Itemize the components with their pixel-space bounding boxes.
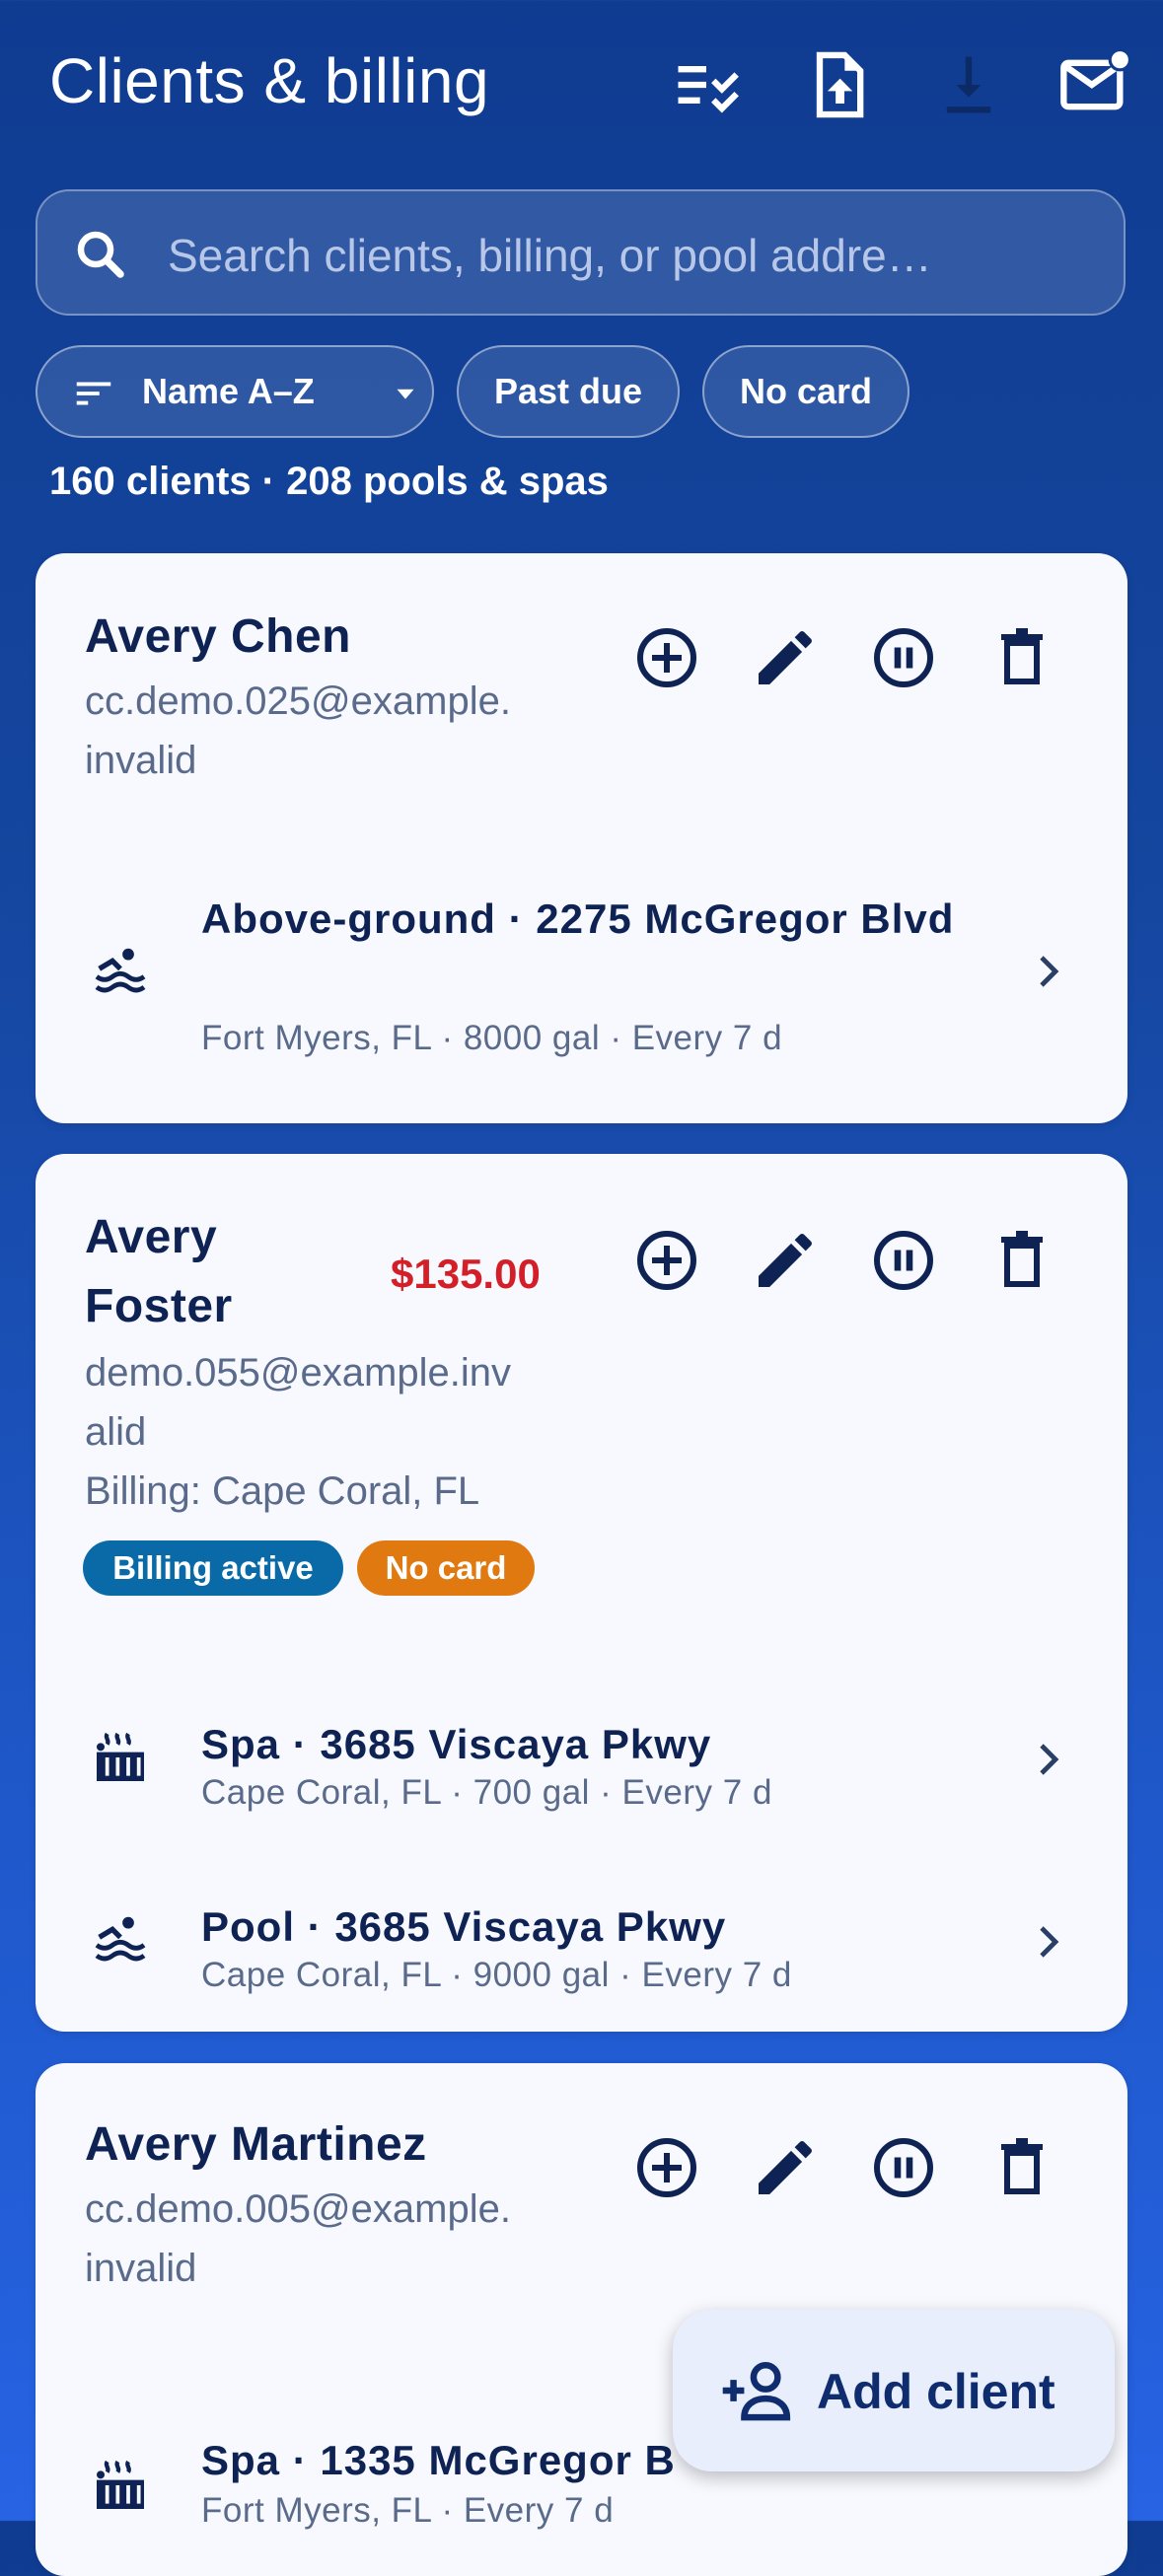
delete-icon[interactable] <box>986 2132 1057 2203</box>
pool-title: Spa · 3685 Viscaya Pkwy <box>201 1721 712 1767</box>
add-client-button[interactable]: Add client <box>673 2310 1115 2471</box>
page-title: Clients & billing <box>49 45 490 116</box>
pause-circle-icon[interactable] <box>868 622 939 693</box>
client-email-cont: invalid <box>85 739 197 782</box>
pause-circle-icon[interactable] <box>868 2132 939 2203</box>
pool-subtitle: Fort Myers, FL · 8000 gal · Every 7 d <box>201 1019 783 1057</box>
balance-due: $135.00 <box>391 1251 541 1297</box>
add-client-label: Add client <box>817 2364 1055 2419</box>
pool-row[interactable]: Spa · 3685 Viscaya Pkwy Cape Coral, FL ·… <box>36 1667 1127 1815</box>
client-email-cont: alid <box>85 1410 147 1454</box>
pool-icon <box>89 940 152 1003</box>
add-circle-icon[interactable] <box>631 2132 702 2203</box>
delete-icon[interactable] <box>986 622 1057 693</box>
status-badge: Billing active <box>83 1540 343 1596</box>
edit-icon[interactable] <box>750 1225 821 1296</box>
sort-chip[interactable]: Name A–Z <box>36 345 434 438</box>
dropdown-arrow-icon <box>397 389 414 399</box>
pool-row[interactable]: Above-ground · 2275 McGregor Blvd Fort M… <box>36 889 1127 1057</box>
pool-subtitle: Fort Myers, FL · Every 7 d <box>201 2491 615 2530</box>
client-card[interactable]: Avery Chen cc.demo.025@example. invalid … <box>36 553 1127 1123</box>
add-circle-icon[interactable] <box>631 1225 702 1296</box>
client-summary: 160 clients · 208 pools & spas <box>49 460 609 503</box>
chevron-right-icon <box>1024 1918 1071 1966</box>
client-email-cont: invalid <box>85 2247 197 2290</box>
edit-icon[interactable] <box>750 622 821 693</box>
no-card-label: No card <box>739 371 873 411</box>
edit-icon[interactable] <box>750 2132 821 2203</box>
sort-label: Name A–Z <box>142 371 315 411</box>
past-due-label: Past due <box>493 371 643 411</box>
past-due-chip[interactable]: Past due <box>457 345 680 438</box>
pause-circle-icon[interactable] <box>868 1225 939 1296</box>
pool-title: Pool · 3685 Viscaya Pkwy <box>201 1903 727 1950</box>
billing-location: Billing: Cape Coral, FL <box>85 1469 480 1513</box>
add-circle-icon[interactable] <box>631 622 702 693</box>
pool-subtitle: Cape Coral, FL · 9000 gal · Every 7 d <box>201 1956 792 1994</box>
client-email: demo.055@example.inv <box>85 1351 511 1395</box>
search-bar[interactable] <box>36 189 1126 316</box>
download-icon[interactable] <box>931 47 1006 122</box>
chevron-right-icon <box>1024 948 1071 995</box>
no-card-chip[interactable]: No card <box>702 345 909 438</box>
client-name: Avery <box>85 1211 218 1263</box>
pool-icon <box>89 1908 152 1971</box>
person-add-icon <box>722 2361 791 2421</box>
mail-notification-icon[interactable] <box>1057 47 1132 122</box>
client-email: cc.demo.005@example. <box>85 2187 511 2231</box>
checklist-icon[interactable] <box>669 47 744 122</box>
client-name: Avery Martinez <box>85 2118 427 2171</box>
app-header: Clients & billing <box>0 0 1163 168</box>
delete-icon[interactable] <box>986 1225 1057 1296</box>
client-card[interactable]: Avery Foster $135.00 demo.055@example.in… <box>36 1154 1127 2032</box>
file-upload-icon[interactable] <box>801 47 876 122</box>
pool-title: Above-ground · 2275 McGregor Blvd <box>201 895 955 942</box>
pool-row[interactable]: Pool · 3685 Viscaya Pkwy Cape Coral, FL … <box>36 1849 1127 1997</box>
sort-icon <box>76 382 111 405</box>
search-input[interactable] <box>166 211 1097 300</box>
hot-tub-icon <box>89 1726 152 1789</box>
client-name-cont: Foster <box>85 1280 233 1332</box>
client-email: cc.demo.025@example. <box>85 680 511 723</box>
chevron-right-icon <box>1024 1736 1071 1783</box>
hot-tub-icon <box>89 2454 152 2517</box>
pool-subtitle: Cape Coral, FL · 700 gal · Every 7 d <box>201 1773 772 1812</box>
search-icon <box>77 231 124 278</box>
client-name: Avery Chen <box>85 610 351 663</box>
status-badge: No card <box>357 1540 535 1596</box>
